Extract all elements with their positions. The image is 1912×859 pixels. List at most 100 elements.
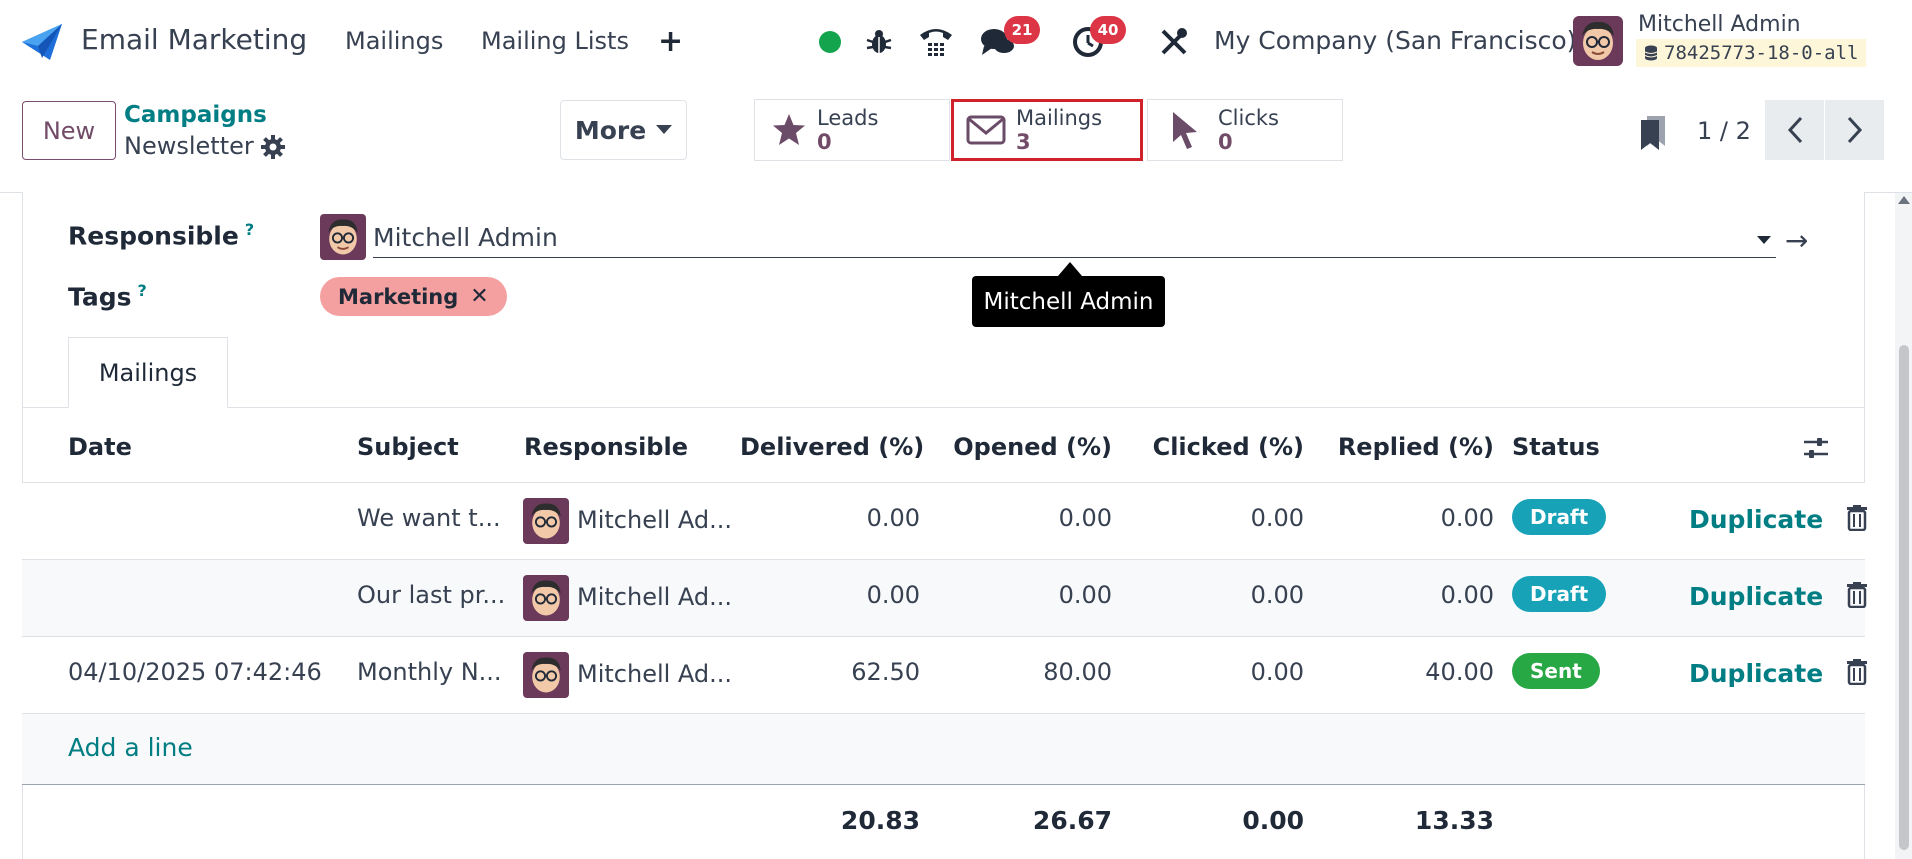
caret-down-icon bbox=[656, 125, 673, 134]
responsible-label-text: Responsible bbox=[68, 221, 239, 251]
email-marketing-logo-icon[interactable] bbox=[20, 22, 64, 62]
user-name[interactable]: Mitchell Admin bbox=[1638, 12, 1801, 37]
add-line-row bbox=[22, 714, 1865, 784]
status-badge: Draft bbox=[1512, 499, 1607, 535]
tags-help-icon[interactable]: ? bbox=[137, 281, 146, 300]
cursor-icon bbox=[1173, 112, 1197, 149]
row-clicked: 0.00 bbox=[1250, 658, 1304, 686]
trash-icon[interactable] bbox=[1847, 505, 1867, 531]
database-chip: 78425773-18-0-all bbox=[1636, 39, 1867, 67]
internal-link-arrow-icon[interactable]: → bbox=[1785, 224, 1808, 257]
row-subject[interactable]: Our last pr... bbox=[357, 581, 505, 609]
row-delivered: 62.50 bbox=[851, 658, 920, 686]
tag-label: Marketing bbox=[338, 284, 459, 309]
more-button[interactable]: More bbox=[560, 100, 687, 160]
activities-badge: 40 bbox=[1090, 16, 1126, 44]
breadcrumb-campaigns[interactable]: Campaigns bbox=[124, 102, 267, 128]
total-opened: 26.67 bbox=[1032, 806, 1112, 835]
clicks-value: 0 bbox=[1218, 130, 1233, 154]
tab-mailings[interactable]: Mailings bbox=[68, 337, 228, 408]
status-badge: Draft bbox=[1512, 576, 1607, 612]
tab-divider bbox=[22, 407, 1865, 408]
duplicate-button[interactable]: Duplicate bbox=[1689, 505, 1823, 534]
tooltip: Mitchell Admin bbox=[972, 276, 1165, 327]
row-opened: 0.00 bbox=[1058, 504, 1112, 532]
envelope-icon bbox=[966, 115, 1006, 145]
chevron-left-icon bbox=[1787, 116, 1802, 144]
optional-columns-icon[interactable] bbox=[1802, 436, 1830, 460]
tag-remove-icon[interactable]: ✕ bbox=[470, 284, 488, 309]
duplicate-button[interactable]: Duplicate bbox=[1689, 659, 1823, 688]
company-switcher[interactable]: My Company (San Francisco) bbox=[1214, 26, 1576, 55]
app-name[interactable]: Email Marketing bbox=[81, 23, 307, 56]
breadcrumb-current: Newsletter bbox=[124, 132, 254, 160]
messages-badge: 21 bbox=[1004, 16, 1040, 44]
add-a-line-link[interactable]: Add a line bbox=[68, 733, 193, 762]
column-replied[interactable]: Replied (%) bbox=[1324, 433, 1494, 461]
tools-icon[interactable] bbox=[1156, 22, 1192, 62]
column-subject[interactable]: Subject bbox=[357, 433, 459, 461]
column-delivered[interactable]: Delivered (%) bbox=[740, 433, 924, 461]
clicks-label: Clicks bbox=[1218, 106, 1279, 130]
user-avatar[interactable] bbox=[1573, 16, 1623, 66]
new-button[interactable]: New bbox=[22, 101, 116, 160]
row-avatar bbox=[523, 575, 569, 621]
row-responsible: Mitchell Ad... bbox=[577, 583, 733, 611]
column-status[interactable]: Status bbox=[1512, 433, 1600, 461]
phone-icon[interactable] bbox=[915, 22, 957, 62]
trash-icon[interactable] bbox=[1847, 582, 1867, 608]
bookmark-icon[interactable] bbox=[1638, 114, 1668, 150]
leads-stat-button[interactable]: Leads 0 bbox=[754, 99, 950, 161]
pager-value[interactable]: 1 / 2 bbox=[1697, 117, 1751, 145]
add-menu-icon[interactable]: + bbox=[658, 24, 683, 59]
debug-bug-icon[interactable] bbox=[863, 22, 895, 62]
mailings-stat-button[interactable]: Mailings 3 bbox=[951, 99, 1143, 161]
row-responsible: Mitchell Ad... bbox=[577, 660, 733, 688]
menu-mailing-lists[interactable]: Mailing Lists bbox=[481, 27, 629, 55]
row-delivered: 0.00 bbox=[866, 581, 920, 609]
trash-icon[interactable] bbox=[1847, 659, 1867, 685]
responsible-dropdown-icon[interactable] bbox=[1757, 236, 1771, 244]
total-clicked: 0.00 bbox=[1242, 806, 1304, 835]
column-opened[interactable]: Opened (%) bbox=[940, 433, 1112, 461]
menu-mailings[interactable]: Mailings bbox=[345, 27, 443, 55]
total-replied: 13.33 bbox=[1414, 806, 1494, 835]
status-badge: Sent bbox=[1512, 653, 1600, 689]
column-date[interactable]: Date bbox=[68, 433, 132, 461]
column-responsible[interactable]: Responsible bbox=[524, 433, 688, 461]
scroll-up-arrow-icon[interactable] bbox=[1898, 196, 1910, 204]
pager-previous-button[interactable] bbox=[1765, 100, 1824, 160]
tooltip-arrow bbox=[1058, 262, 1082, 276]
responsible-help-icon[interactable]: ? bbox=[245, 220, 254, 239]
leads-label: Leads bbox=[817, 106, 879, 130]
status-dot-icon[interactable] bbox=[816, 22, 844, 62]
row-subject[interactable]: Monthly N... bbox=[357, 658, 502, 686]
row-clicked: 0.00 bbox=[1250, 504, 1304, 532]
mailings-value: 3 bbox=[1016, 130, 1031, 154]
clicks-stat-button[interactable]: Clicks 0 bbox=[1147, 99, 1343, 161]
messages-icon[interactable]: 21 bbox=[978, 16, 1040, 62]
responsible-input[interactable]: Mitchell Admin bbox=[373, 220, 1776, 258]
activities-clock-icon[interactable]: 40 bbox=[1068, 16, 1126, 62]
row-clicked: 0.00 bbox=[1250, 581, 1304, 609]
top-navbar: Email Marketing Mailings Mailing Lists + bbox=[0, 0, 1912, 84]
tag-marketing: Marketing ✕ bbox=[320, 277, 507, 316]
row-delivered: 0.00 bbox=[866, 504, 920, 532]
pager-next-button[interactable] bbox=[1825, 100, 1884, 160]
more-label: More bbox=[574, 115, 647, 145]
mailings-label: Mailings bbox=[1016, 106, 1103, 130]
column-clicked[interactable]: Clicked (%) bbox=[1132, 433, 1304, 461]
duplicate-button[interactable]: Duplicate bbox=[1689, 582, 1823, 611]
responsible-avatar bbox=[320, 214, 366, 260]
row-replied: 0.00 bbox=[1440, 504, 1494, 532]
row-subject[interactable]: We want t... bbox=[357, 504, 501, 532]
tags-label: Tags? bbox=[68, 281, 147, 311]
row-opened: 0.00 bbox=[1058, 581, 1112, 609]
star-icon bbox=[773, 114, 805, 145]
gear-icon[interactable] bbox=[260, 134, 286, 160]
row-replied: 0.00 bbox=[1440, 581, 1494, 609]
database-icon bbox=[1644, 45, 1658, 61]
footer-divider bbox=[22, 784, 1865, 785]
chevron-right-icon bbox=[1847, 116, 1862, 144]
scrollbar-thumb[interactable] bbox=[1899, 345, 1909, 850]
